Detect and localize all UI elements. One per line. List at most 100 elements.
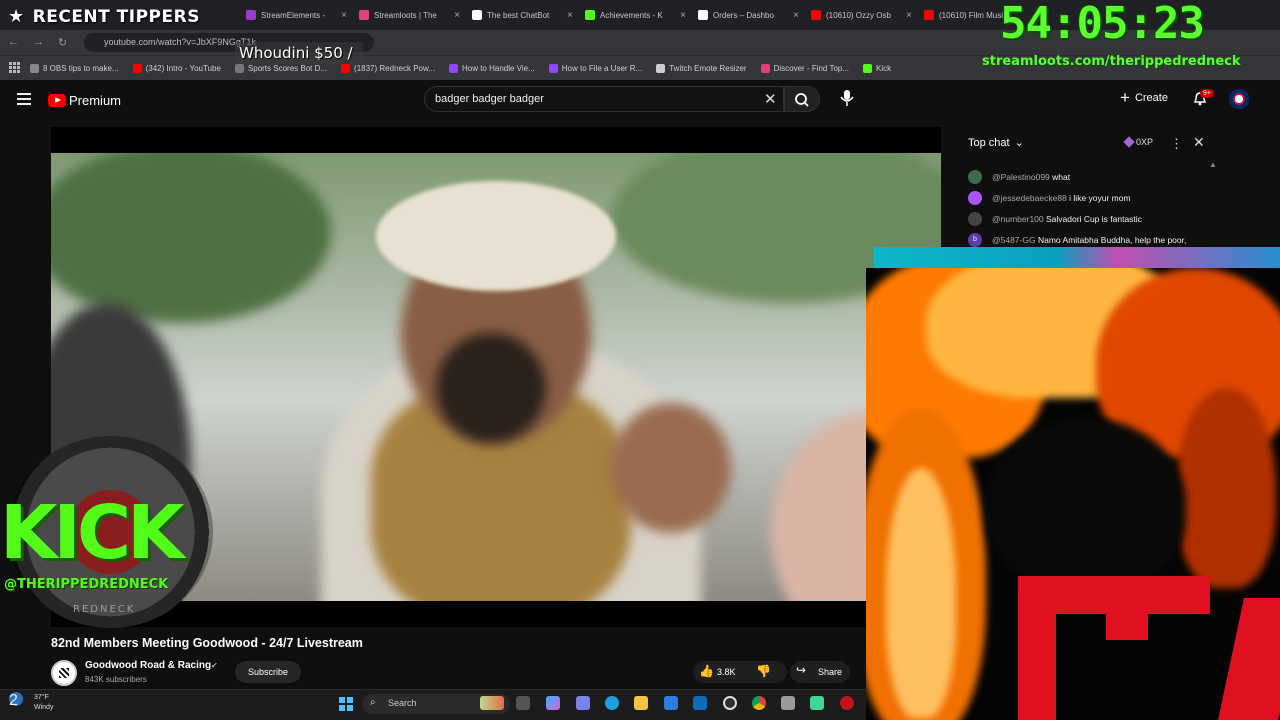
clear-search-icon[interactable]: ✕: [764, 90, 777, 108]
xp-label: 0XP: [1136, 137, 1154, 147]
chat-text: what: [1052, 172, 1071, 182]
share-icon: ↪: [796, 663, 807, 677]
flame: [886, 468, 956, 718]
more-icon[interactable]: ⋮: [1170, 136, 1183, 152]
task-view-icon[interactable]: [516, 696, 530, 710]
channel-name[interactable]: Goodwood Road & Racing: [85, 660, 211, 671]
close-icon[interactable]: ×: [793, 10, 799, 21]
reload-icon[interactable]: ↻: [58, 36, 67, 49]
browser-tab[interactable]: StreamElements - ×: [240, 0, 353, 30]
bookmark-favicon: [341, 63, 351, 73]
subscriber-count: 843K subscribers: [85, 675, 147, 684]
tab-label: Streamloots | The: [374, 10, 437, 20]
bookmark-label: Kick: [876, 63, 892, 73]
bookmark-item[interactable]: (342) Intro - YouTube: [132, 63, 221, 73]
xp-badge[interactable]: 0XP: [1123, 136, 1154, 148]
browser-tab[interactable]: Streamloots | The ×: [353, 0, 466, 30]
menu-icon[interactable]: [17, 93, 31, 105]
premium-label: Premium: [69, 93, 122, 108]
browser-tab[interactable]: Orders – Dashbo ×: [692, 0, 805, 30]
person-cap: [376, 181, 616, 291]
app-icon[interactable]: [781, 696, 795, 710]
browser-tab[interactable]: (10610) Ozzy Osb ×: [805, 0, 918, 30]
chat-mode-dropdown[interactable]: Top chat ⌄: [968, 136, 1024, 150]
tipper-ticker: Whoudini $50 /: [235, 42, 363, 64]
create-button[interactable]: + Create: [1120, 88, 1168, 108]
stream-timer: 54:05:23: [1000, 0, 1205, 49]
dislike-icon[interactable]: 👎: [756, 664, 771, 678]
apps-grid-icon[interactable]: [9, 62, 20, 73]
taskbar-widget-icon[interactable]: [480, 696, 504, 710]
close-icon[interactable]: ×: [906, 10, 912, 21]
back-icon[interactable]: ←: [8, 36, 19, 49]
chat-username: @5487-GG: [992, 235, 1036, 245]
forward-icon[interactable]: →: [33, 36, 44, 49]
copilot-icon[interactable]: [546, 696, 560, 710]
youtube-logo[interactable]: Premium: [48, 93, 121, 108]
bookmark-item[interactable]: Twitch Emote Resizer: [656, 63, 747, 73]
teams-icon[interactable]: [576, 696, 590, 710]
person-hand: [611, 403, 731, 533]
search-icon: [795, 93, 809, 107]
chat-message[interactable]: @Palestino099 what: [968, 170, 1070, 184]
avatar[interactable]: [1229, 89, 1249, 109]
chat-avatar: b: [968, 233, 982, 247]
close-icon[interactable]: ×: [454, 10, 460, 21]
app-icon[interactable]: [810, 696, 824, 710]
obs-icon[interactable]: [723, 696, 737, 710]
chat-message[interactable]: @number100 Salvadori Cup is fantastic: [968, 212, 1142, 226]
kick-handle: @THERIPPEDREDNECK: [4, 577, 169, 592]
bookmark-label: (342) Intro - YouTube: [145, 63, 221, 73]
bookmark-item[interactable]: (1837) Redneck Pow...: [341, 63, 435, 73]
close-icon[interactable]: ×: [680, 10, 686, 21]
bookmark-favicon: [234, 63, 244, 73]
close-icon[interactable]: ×: [341, 10, 347, 21]
close-icon[interactable]: ✕: [1193, 134, 1205, 151]
close-icon[interactable]: ×: [567, 10, 573, 21]
bookmark-item[interactable]: Discover - Find Top...: [760, 63, 849, 73]
chat-username: @jessedebaecke88: [992, 193, 1067, 203]
temperature: 37°F: [34, 694, 49, 701]
bookmark-item[interactable]: How to File a User R...: [548, 63, 642, 73]
bookmark-favicon: [30, 63, 39, 73]
person-beard: [436, 333, 546, 443]
scroll-up-icon[interactable]: ▲: [1209, 160, 1217, 169]
edge-icon[interactable]: [605, 696, 619, 710]
app-icon[interactable]: [840, 696, 854, 710]
mic-icon[interactable]: [838, 87, 856, 109]
bookmark-label: How to Handle Vie...: [461, 63, 535, 73]
bookmark-item[interactable]: 8 OBS tips to make...: [30, 63, 119, 73]
browser-tab[interactable]: Achievements - K ×: [579, 0, 692, 30]
tab-label: The best ChatBot: [487, 10, 550, 20]
outlook-icon[interactable]: [693, 696, 707, 710]
search-button[interactable]: [784, 86, 820, 112]
search-icon: ⌕: [370, 697, 376, 708]
tab-label: (10610) Ozzy Osb: [826, 10, 891, 20]
browser-tab[interactable]: The best ChatBot ×: [466, 0, 579, 30]
bookmark-label: 8 OBS tips to make...: [43, 63, 119, 73]
tab-favicon: [359, 10, 369, 20]
chat-message[interactable]: b @5487-GG Namo Amitabha Buddha, help th…: [968, 233, 1186, 247]
nav-buttons: ← → ↻: [8, 36, 67, 49]
bookmark-item[interactable]: How to Handle Vie...: [448, 63, 535, 73]
store-icon[interactable]: [664, 696, 678, 710]
chat-avatar: [968, 212, 982, 226]
windows-start-icon[interactable]: [339, 697, 353, 711]
chat-avatar: [968, 191, 982, 205]
chat-message[interactable]: @jessedebaecke88 i like yoyur mom: [968, 191, 1131, 205]
bookmark-item[interactable]: Sports Scores Bot D...: [234, 63, 327, 73]
chat-username: @number100: [992, 214, 1044, 224]
bookmark-item[interactable]: Kick: [863, 63, 892, 73]
recent-tippers-label: RECENT TIPPERS: [32, 6, 200, 27]
chrome-icon[interactable]: [752, 696, 766, 710]
like-icon[interactable]: 👍: [699, 664, 714, 678]
bookmark-label: Twitch Emote Resizer: [669, 63, 747, 73]
notification-badge: 9+: [1200, 89, 1214, 98]
like-count: 3.8K: [717, 667, 736, 677]
file-explorer-icon[interactable]: [634, 696, 648, 710]
subscribe-button[interactable]: Subscribe: [235, 661, 301, 683]
red-logo-shape: [1106, 598, 1148, 640]
channel-avatar[interactable]: [51, 660, 77, 686]
chat-avatar: [968, 170, 982, 184]
search-input[interactable]: badger badger badger: [424, 86, 784, 112]
